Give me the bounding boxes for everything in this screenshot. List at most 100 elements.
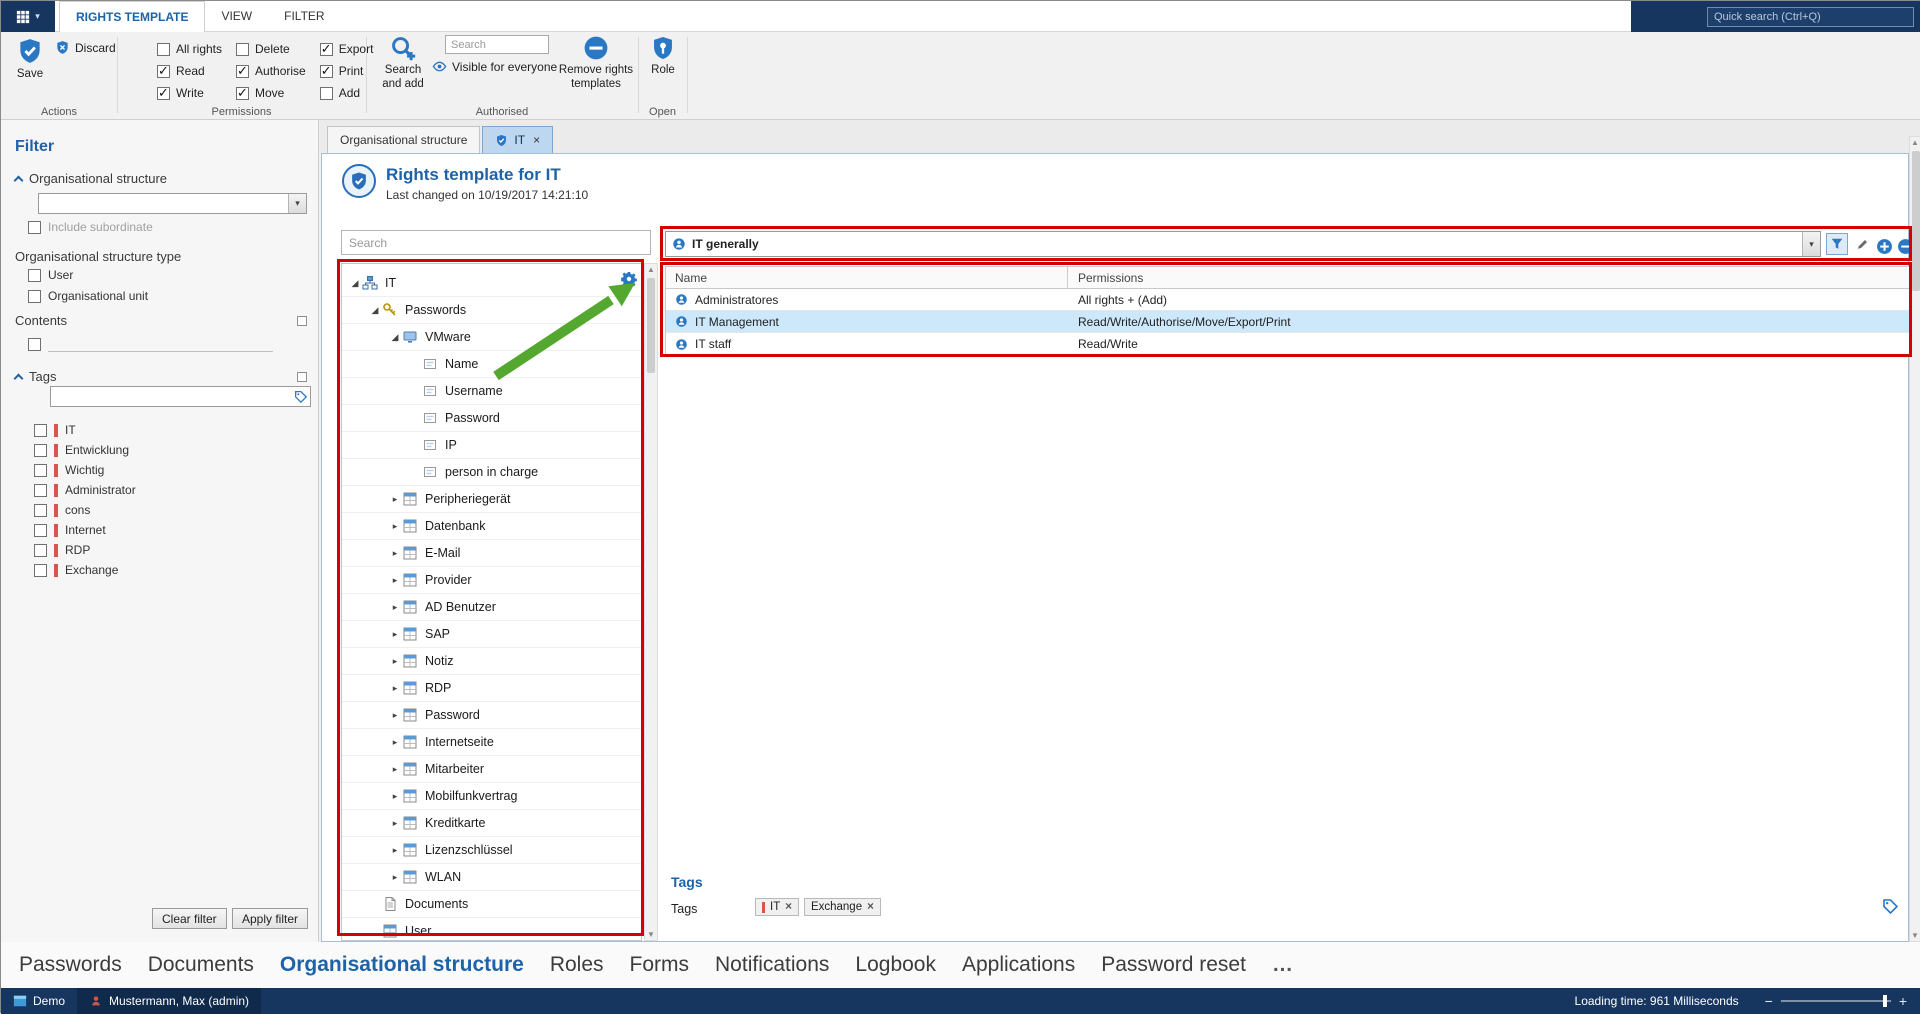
orgtype-checkbox-user[interactable]: [28, 269, 41, 282]
tag-checkbox-internet[interactable]: [34, 524, 47, 537]
column-header-permissions[interactable]: Permissions: [1068, 267, 1909, 288]
scroll-down-icon[interactable]: ▼: [645, 930, 657, 939]
zoom-out-button[interactable]: −: [1765, 993, 1773, 1009]
tree-item-sap[interactable]: ▸SAP: [342, 621, 641, 648]
tree-expand-icon[interactable]: ◢: [388, 332, 402, 343]
tag-filter-row-entwicklung[interactable]: Entwicklung: [34, 440, 136, 460]
permission-checkbox-all-rights[interactable]: [157, 43, 170, 56]
rights-group-selector[interactable]: IT generally ▾: [665, 231, 1821, 257]
tag-filter-row-cons[interactable]: cons: [34, 500, 136, 520]
tree-item-peripherieger-t[interactable]: ▸Peripheriegerät: [342, 486, 641, 513]
tree-item-password[interactable]: Password: [342, 405, 641, 432]
permission-option-read[interactable]: Read: [157, 60, 222, 82]
scroll-up-icon[interactable]: ▲: [645, 265, 657, 274]
clear-filter-button[interactable]: Clear filter: [152, 908, 227, 929]
tag-filter-row-administrator[interactable]: Administrator: [34, 480, 136, 500]
add-rights-group-button[interactable]: [1873, 235, 1895, 257]
permission-option-all-rights[interactable]: All rights: [157, 38, 222, 60]
tree-item-wlan[interactable]: ▸WLAN: [342, 864, 641, 891]
tag-checkbox-exchange[interactable]: [34, 564, 47, 577]
chevron-down-icon[interactable]: ▾: [1802, 232, 1820, 256]
expand-panel-icon[interactable]: [297, 316, 307, 326]
permission-checkbox-write[interactable]: [157, 87, 170, 100]
tree-expand-icon[interactable]: ▸: [388, 764, 402, 775]
permission-checkbox-export[interactable]: [320, 43, 333, 56]
tag-icon[interactable]: [1882, 898, 1898, 914]
contents-checkbox[interactable]: [28, 338, 41, 351]
tree-item-ip[interactable]: IP: [342, 432, 641, 459]
zoom-slider-thumb[interactable]: [1883, 995, 1887, 1007]
app-menu-button[interactable]: ▾: [1, 1, 55, 32]
tree-scrollbar[interactable]: ▲ ▼: [644, 263, 658, 941]
permission-checkbox-read[interactable]: [157, 65, 170, 78]
orgtype-checkbox-organisational-unit[interactable]: [28, 290, 41, 303]
tree-expand-icon[interactable]: ◢: [348, 278, 362, 289]
discard-button[interactable]: Discard: [55, 40, 116, 55]
authorised-search-input[interactable]: [445, 35, 549, 54]
orgtype-option-user[interactable]: User: [28, 268, 148, 282]
tag-filter-row-internet[interactable]: Internet: [34, 520, 136, 540]
tree-item-ad-benutzer[interactable]: ▸AD Benutzer: [342, 594, 641, 621]
tree-expand-icon[interactable]: ▸: [388, 683, 402, 694]
nav-item-logbook[interactable]: Logbook: [855, 953, 936, 977]
tree-expand-icon[interactable]: ◢: [368, 305, 382, 316]
tree-item-notiz[interactable]: ▸Notiz: [342, 648, 641, 675]
table-row-it-staff[interactable]: IT staffRead/Write: [666, 333, 1909, 355]
contents-filter-row[interactable]: [28, 336, 273, 352]
tree-item-datenbank[interactable]: ▸Datenbank: [342, 513, 641, 540]
tree-expand-icon[interactable]: ▸: [388, 656, 402, 667]
ribbon-tab-view[interactable]: VIEW: [205, 1, 268, 32]
tree-item-mobilfunkvertrag[interactable]: ▸Mobilfunkvertrag: [342, 783, 641, 810]
nav-item-notifications[interactable]: Notifications: [715, 953, 829, 977]
filter-section-organisational-structure[interactable]: Organisational structure: [15, 171, 167, 186]
tree-item-password[interactable]: ▸Password: [342, 702, 641, 729]
permission-option-authorise[interactable]: Authorise: [236, 60, 306, 82]
table-row-it-management[interactable]: IT ManagementRead/Write/Authorise/Move/E…: [666, 311, 1909, 333]
tree-item-username[interactable]: Username: [342, 378, 641, 405]
content-scrollbar[interactable]: ▲ ▼: [1909, 136, 1920, 942]
tag-checkbox-wichtig[interactable]: [34, 464, 47, 477]
column-header-name[interactable]: Name: [666, 267, 1068, 288]
tree-expand-icon[interactable]: ▸: [388, 737, 402, 748]
scrollbar-thumb[interactable]: [1912, 151, 1920, 291]
tab-it[interactable]: IT×: [482, 126, 553, 153]
visible-for-everyone-button[interactable]: Visible for everyone: [432, 59, 557, 74]
chevron-down-icon[interactable]: ▾: [288, 194, 306, 213]
table-row-administratores[interactable]: AdministratoresAll rights + (Add): [666, 289, 1909, 311]
tree-item-it[interactable]: ◢IT: [342, 270, 641, 297]
include-subordinate-checkbox-row[interactable]: Include subordinate: [28, 220, 153, 234]
tree-item-name[interactable]: Name: [342, 351, 641, 378]
tree-expand-icon[interactable]: ▸: [388, 548, 402, 559]
tree-expand-icon[interactable]: ▸: [388, 629, 402, 640]
database-segment[interactable]: Demo: [1, 988, 77, 1014]
permission-option-move[interactable]: Move: [236, 82, 306, 104]
save-button[interactable]: Save: [5, 37, 55, 82]
remove-rights-templates-button[interactable]: Remove rights templates: [556, 35, 636, 92]
gear-icon[interactable]: [621, 271, 637, 287]
tree-expand-icon[interactable]: ▸: [388, 818, 402, 829]
apply-filter-button[interactable]: Apply filter: [232, 908, 308, 929]
search-and-add-button[interactable]: Search and add: [374, 35, 432, 92]
tag-filter-row-rdp[interactable]: RDP: [34, 540, 136, 560]
tree-expand-icon[interactable]: ▸: [388, 845, 402, 856]
tree-item-documents[interactable]: Documents: [342, 891, 641, 918]
nav-item-organisational-structure[interactable]: Organisational structure: [280, 953, 524, 977]
user-segment[interactable]: Mustermann, Max (admin): [77, 988, 261, 1014]
tree-item-mitarbeiter[interactable]: ▸Mitarbeiter: [342, 756, 641, 783]
close-tab-icon[interactable]: ×: [533, 133, 540, 147]
tag-filter-row-it[interactable]: IT: [34, 420, 136, 440]
tree-expand-icon[interactable]: ▸: [388, 872, 402, 883]
remove-tag-icon[interactable]: ×: [867, 901, 874, 913]
organisational-structure-combo[interactable]: ▾: [38, 193, 307, 214]
permission-checkbox-add[interactable]: [320, 87, 333, 100]
tag-chip-it[interactable]: IT×: [755, 898, 799, 916]
scroll-up-icon[interactable]: ▲: [1910, 138, 1920, 147]
tree-expand-icon[interactable]: ▸: [388, 791, 402, 802]
tag-checkbox-cons[interactable]: [34, 504, 47, 517]
scrollbar-thumb[interactable]: [647, 278, 655, 373]
tree-expand-icon[interactable]: ▸: [388, 710, 402, 721]
nav-item-password-reset[interactable]: Password reset: [1101, 953, 1246, 977]
scroll-down-icon[interactable]: ▼: [1910, 931, 1920, 940]
permission-checkbox-authorise[interactable]: [236, 65, 249, 78]
nav-item-applications[interactable]: Applications: [962, 953, 1075, 977]
